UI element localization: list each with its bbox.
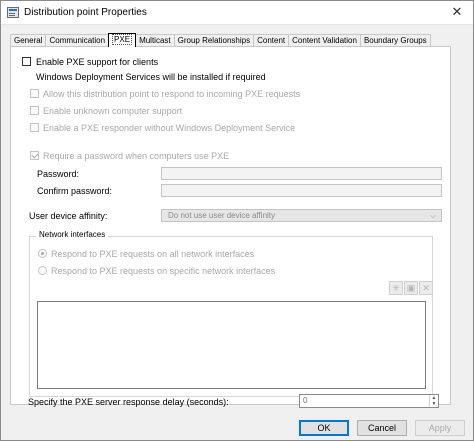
apply-button[interactable]: Apply xyxy=(415,420,465,436)
pxe-responder-checkbox[interactable] xyxy=(30,123,39,132)
affinity-selected-value: Do not use user device affinity xyxy=(168,211,276,220)
delete-icon[interactable]: ✕ xyxy=(419,281,433,295)
password-label: Password: xyxy=(37,169,80,179)
password-field[interactable] xyxy=(161,167,442,180)
user-device-affinity-select[interactable]: Do not use user device affinity ⌵ xyxy=(161,209,442,222)
pxe-responder-label: Enable a PXE responder without Windows D… xyxy=(43,123,296,133)
allow-pxe-requests-checkbox[interactable] xyxy=(30,89,39,98)
pxe-tab-panel: Enable PXE support for clients Windows D… xyxy=(10,46,451,405)
confirm-password-field[interactable] xyxy=(161,184,442,197)
close-icon[interactable]: ✕ xyxy=(449,4,465,20)
interface-toolbar: ✳ ▣ ✕ xyxy=(389,281,435,295)
network-interfaces-list[interactable] xyxy=(37,301,426,389)
cancel-button[interactable]: Cancel xyxy=(357,420,407,436)
respond-specific-interfaces-label: Respond to PXE requests on specific netw… xyxy=(51,266,276,276)
enable-pxe-checkbox[interactable] xyxy=(22,57,31,66)
require-password-checkbox[interactable] xyxy=(30,151,39,160)
require-password-label: Require a password when computers use PX… xyxy=(43,151,230,161)
user-device-affinity-label: User device affinity: xyxy=(29,211,108,221)
chevron-down-icon: ⌵ xyxy=(429,211,436,220)
wds-note: Windows Deployment Services will be inst… xyxy=(36,72,266,82)
ok-button[interactable]: OK xyxy=(299,420,349,436)
properties-window-icon xyxy=(7,7,19,18)
response-delay-stepper[interactable]: 0 ▲ ▼ xyxy=(299,394,439,408)
properties-icon[interactable]: ▣ xyxy=(404,281,418,295)
properties-dialog: Distribution point Properties ✕ General … xyxy=(0,0,474,441)
title-bar: Distribution point Properties ✕ xyxy=(1,1,473,25)
respond-all-interfaces-label: Respond to PXE requests on all network i… xyxy=(51,249,255,259)
new-icon[interactable]: ✳ xyxy=(389,281,403,295)
tab-pxe[interactable]: PXE xyxy=(108,33,137,47)
stepper-arrows[interactable]: ▲ ▼ xyxy=(429,395,438,407)
unknown-computer-checkbox[interactable] xyxy=(30,106,39,115)
window-title: Distribution point Properties xyxy=(24,7,147,18)
response-delay-label: Specify the PXE server response delay (s… xyxy=(28,397,229,407)
network-interfaces-legend: Network interfaces xyxy=(36,230,109,239)
enable-pxe-label[interactable]: Enable PXE support for clients xyxy=(36,57,158,67)
respond-specific-interfaces-radio[interactable] xyxy=(38,266,47,275)
confirm-password-label: Confirm password: xyxy=(37,186,113,196)
allow-pxe-requests-label: Allow this distribution point to respond… xyxy=(43,89,301,99)
arrow-down-icon[interactable]: ▼ xyxy=(430,401,438,407)
respond-all-interfaces-radio[interactable] xyxy=(38,249,47,258)
unknown-computer-label: Enable unknown computer support xyxy=(43,106,183,116)
response-delay-value: 0 xyxy=(303,396,308,405)
